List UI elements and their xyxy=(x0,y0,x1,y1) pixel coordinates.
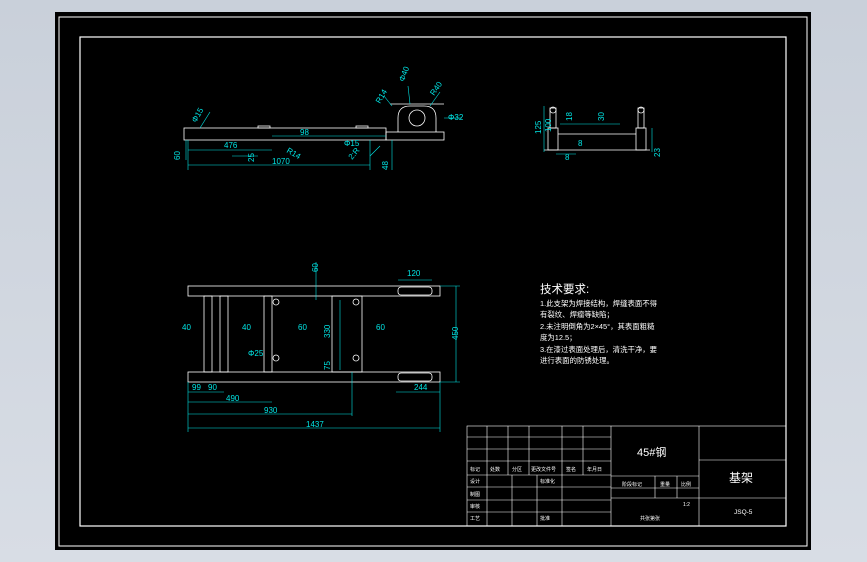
top-label-120: 120 xyxy=(407,269,421,278)
top-label-phi25: Φ25 xyxy=(248,349,264,358)
top-label-60-upper: 60 xyxy=(311,263,320,272)
weight-label: 重量 xyxy=(660,481,670,488)
top-label-75: 75 xyxy=(323,361,332,370)
top-label-60b: 60 xyxy=(376,323,385,332)
front-label-98: 98 xyxy=(300,128,309,137)
top-label-244: 244 xyxy=(414,383,428,392)
tb-label-standard: 标准化 xyxy=(540,478,555,485)
front-label-48: 48 xyxy=(381,161,390,170)
drawing-canvas: Φ15 Φ40 R40 R14 Φ32 98 476 R14 Φ15 2:R 2… xyxy=(55,12,811,550)
tb-label-review: 审核 xyxy=(470,503,480,510)
side-label-18: 18 xyxy=(565,112,574,121)
front-label-phi32: Φ32 xyxy=(448,113,464,122)
tech-note-6: 进行表面的防锈处理。 xyxy=(540,356,614,365)
tech-title: 技术要求: xyxy=(540,283,589,296)
part-name: 基架 xyxy=(729,471,753,485)
tb-label-process: 工艺 xyxy=(470,516,480,522)
tb-label-approve: 批准 xyxy=(540,515,550,522)
cad-viewport[interactable]: Φ15 Φ40 R40 R14 Φ32 98 476 R14 Φ15 2:R 2… xyxy=(0,0,867,562)
tb-label-design: 设计 xyxy=(470,478,480,485)
front-label-1070: 1070 xyxy=(272,157,290,166)
top-label-90: 90 xyxy=(208,383,217,392)
side-label-8a: 8 xyxy=(565,153,570,162)
side-label-125: 125 xyxy=(534,120,543,134)
tb-label-change-doc: 更改文件号 xyxy=(531,466,556,473)
tb-label-zone: 分区 xyxy=(512,466,522,473)
side-label-30: 30 xyxy=(597,112,606,121)
top-label-450: 450 xyxy=(451,326,460,340)
top-label-490: 490 xyxy=(226,394,240,403)
front-label-60: 60 xyxy=(173,151,182,160)
ratio-label: 比例 xyxy=(681,481,691,488)
stage-mark-label: 阶段标记 xyxy=(622,481,642,488)
sheets-label: 共张第张 xyxy=(640,515,660,522)
scale-value: 1:2 xyxy=(683,502,690,508)
drawing-number: JSQ-5 xyxy=(734,509,753,516)
tech-note-5: 3.在漆过表面处理后，清洗干净，要 xyxy=(540,345,657,354)
tech-note-2: 有裂纹、焊瘤等缺陷； xyxy=(540,310,614,319)
tb-label-sign: 签名 xyxy=(566,466,576,473)
side-label-100: 100 xyxy=(544,118,553,132)
side-label-23: 23 xyxy=(653,148,662,157)
tb-label-date: 年月日 xyxy=(587,466,602,473)
tb-label-mark: 标记 xyxy=(470,466,480,473)
tb-label-draw: 制图 xyxy=(470,491,480,498)
top-label-60a: 60 xyxy=(298,323,307,332)
top-label-40b: 40 xyxy=(242,323,251,332)
tech-note-1: 1.此支架为焊接结构，焊缝表面不得 xyxy=(540,299,658,308)
front-label-476: 476 xyxy=(224,141,238,150)
front-label-phi15b: Φ15 xyxy=(344,139,360,148)
top-label-930: 930 xyxy=(264,406,278,415)
tech-note-3: 2.未注明倒角为2×45°，其表面粗糙 xyxy=(540,322,655,331)
tb-label-count: 处数 xyxy=(490,466,500,473)
top-label-40a: 40 xyxy=(182,323,191,332)
side-label-8b: 8 xyxy=(578,139,583,148)
material-label: 45#钢 xyxy=(637,446,666,459)
top-label-1437: 1437 xyxy=(306,420,324,429)
front-label-25: 25 xyxy=(247,153,256,162)
top-label-99: 99 xyxy=(192,383,201,392)
tech-note-4: 度为12.5； xyxy=(540,333,577,342)
top-label-330: 330 xyxy=(323,324,332,338)
